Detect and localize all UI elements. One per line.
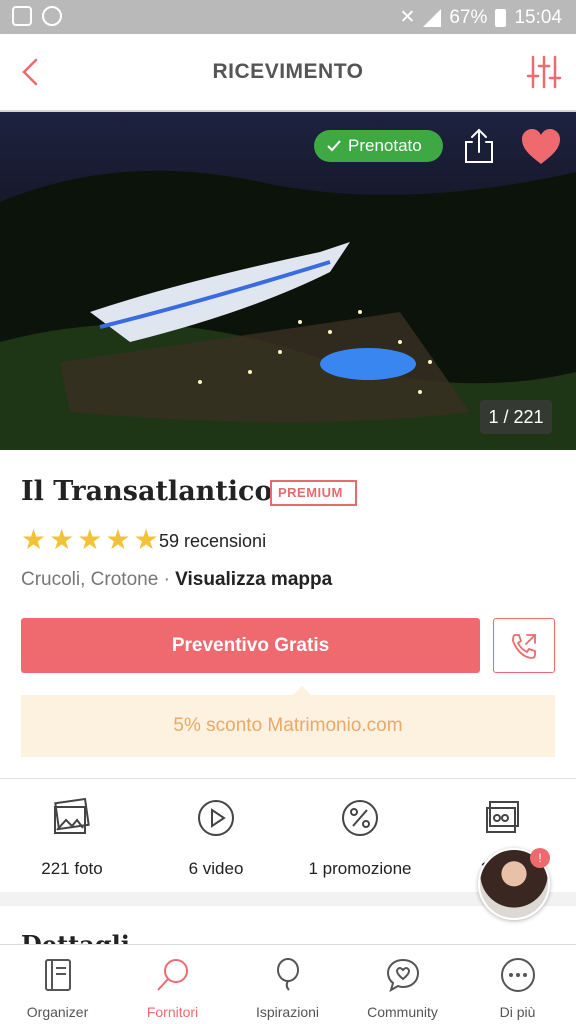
quote-button[interactable]: Preventivo Gratis	[21, 618, 480, 673]
nav-label: Di più	[499, 1004, 536, 1020]
promo-banner[interactable]: 5% sconto Matrimonio.com	[21, 695, 555, 757]
heart-favorite-icon[interactable]	[520, 128, 562, 166]
percent-icon	[342, 800, 378, 836]
photo-icon	[54, 797, 90, 834]
booked-badge: Prenotato	[314, 130, 443, 162]
venue-name: Il Transatlantico	[21, 476, 273, 507]
gallery-notification-icon	[12, 6, 32, 26]
app-header: RICEVIMENTO	[0, 34, 576, 112]
signal-icon	[423, 8, 442, 27]
section-divider	[0, 778, 576, 779]
view-map-link[interactable]: Visualizza mappa	[175, 569, 332, 590]
promo-pointer	[293, 686, 311, 695]
location-separator: ·	[163, 569, 170, 590]
star-icon: ★	[105, 524, 131, 555]
nav-label: Organizer	[26, 1004, 89, 1020]
star-icon: ★	[77, 524, 103, 555]
nav-community[interactable]: Community	[345, 945, 460, 1024]
location-line: Crucoli, Crotone · Visualizza mappa	[21, 569, 332, 591]
nav-fornitori[interactable]: Fornitori	[115, 945, 230, 1024]
rating-stars[interactable]: ★ ★ ★ ★ ★	[21, 526, 159, 554]
filter-sliders-icon[interactable]	[526, 54, 562, 90]
photos-tab[interactable]: 221 foto	[0, 790, 144, 879]
nav-ispirazioni[interactable]: Ispirazioni	[230, 945, 345, 1024]
star-icon: ★	[133, 524, 159, 555]
venue-photo[interactable]: Prenotato 1 / 221	[0, 112, 576, 450]
videos-tab[interactable]: 6 video	[144, 790, 288, 879]
videos-count: 6 video	[188, 859, 244, 878]
nav-label: Fornitori	[146, 1004, 199, 1020]
chat-heart-icon	[386, 958, 419, 993]
booked-label: Prenotato	[348, 136, 422, 155]
star-icon: ★	[21, 524, 47, 555]
star-icon: ★	[49, 524, 75, 555]
share-icon[interactable]	[462, 128, 496, 164]
status-left-icons	[12, 6, 62, 26]
checkmark-icon	[327, 140, 341, 152]
promotions-count: 1 promozione	[308, 859, 412, 878]
nav-label: Ispirazioni	[255, 1004, 320, 1020]
play-icon	[198, 800, 234, 836]
photos-count: 221 foto	[41, 859, 103, 878]
balloon-icon	[276, 958, 299, 991]
photo-counter: 1 / 221	[480, 400, 552, 434]
status-bar: ✕ 67% 15:04	[0, 0, 576, 34]
search-icon	[156, 959, 188, 991]
call-button[interactable]	[493, 618, 555, 673]
album-icon	[486, 801, 519, 833]
more-icon	[500, 958, 535, 992]
notebook-icon	[44, 959, 71, 991]
nav-label: Community	[367, 1004, 438, 1020]
battery-percent: 67%	[449, 6, 488, 28]
phone-call-icon	[512, 633, 536, 659]
promotions-tab[interactable]: 1 promozione	[288, 790, 432, 879]
premium-badge: PREMIUM	[270, 480, 357, 506]
nav-more[interactable]: Di più	[460, 945, 575, 1024]
nav-organizer[interactable]: Organizer	[0, 945, 115, 1024]
chat-notification-badge: !	[530, 848, 550, 868]
location-text: Crucoli, Crotone	[21, 569, 159, 590]
whatsapp-notification-icon	[42, 6, 62, 26]
bottom-navigation: Organizer Fornitori Ispirazioni Communit…	[0, 944, 576, 1024]
clock: 15:04	[514, 6, 562, 28]
page-title: RICEVIMENTO	[212, 60, 364, 83]
battery-icon	[495, 8, 507, 27]
status-right: ✕ 67% 15:04	[400, 6, 563, 29]
reviews-link[interactable]: 59 recensioni	[159, 531, 266, 552]
mute-icon: ✕	[399, 7, 416, 28]
